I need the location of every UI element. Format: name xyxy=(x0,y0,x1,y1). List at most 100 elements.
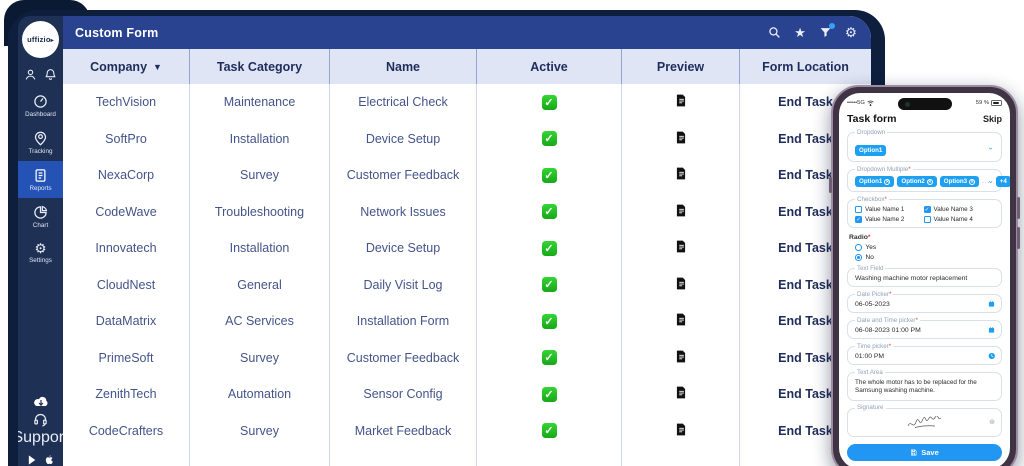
checkbox-icon[interactable] xyxy=(855,206,862,213)
bell-icon[interactable] xyxy=(44,68,57,81)
datetime-picker-field[interactable]: Date and Time picker* 06-08-2023 01:00 P… xyxy=(847,320,1002,339)
user-icon[interactable] xyxy=(24,68,37,81)
checkbox-icon[interactable] xyxy=(924,216,931,223)
remove-chip-icon[interactable]: ✕ xyxy=(927,179,933,185)
active-checkbox-icon[interactable]: ✓ xyxy=(542,168,557,183)
brand-logo[interactable]: uffizio▸ xyxy=(22,21,59,58)
column-header-name[interactable]: Name xyxy=(330,49,477,84)
column-header-task-category[interactable]: Task Category xyxy=(190,49,330,84)
radio-icon[interactable] xyxy=(855,254,862,261)
preview-document-icon[interactable] xyxy=(674,203,688,221)
sidebar-item-support[interactable]: Support xyxy=(18,412,69,447)
active-checkbox-icon[interactable]: ✓ xyxy=(542,277,557,292)
checkbox-option[interactable]: Value Name 1 xyxy=(855,206,922,213)
preview-document-icon[interactable] xyxy=(674,130,688,148)
column-header-preview[interactable]: Preview xyxy=(622,49,740,84)
sidebar-item-chart[interactable]: Chart xyxy=(18,198,63,235)
active-checkbox-icon[interactable]: ✓ xyxy=(542,241,557,256)
chevron-down-icon[interactable]: ⌄ xyxy=(987,176,994,185)
filter-icon[interactable] xyxy=(819,26,832,39)
preview-document-icon[interactable] xyxy=(674,93,688,111)
preview-document-icon[interactable] xyxy=(674,422,688,440)
cloud-download-icon[interactable] xyxy=(32,394,50,409)
save-button[interactable]: Save xyxy=(847,444,1002,461)
preview-document-icon[interactable] xyxy=(674,385,688,403)
text-field[interactable]: Text Field Washing machine motor replace… xyxy=(847,268,1002,287)
more-chips-badge[interactable]: +4 xyxy=(996,176,1010,187)
dropdown-field[interactable]: Dropdown Option1 ⌄ xyxy=(847,132,1002,162)
active-checkbox-icon[interactable]: ✓ xyxy=(542,314,557,329)
table-cell-task-category: Troubleshooting xyxy=(190,194,329,231)
gear-icon[interactable]: ⚙ xyxy=(845,26,857,39)
active-checkbox-icon[interactable]: ✓ xyxy=(542,204,557,219)
search-icon[interactable] xyxy=(768,26,781,39)
preview-document-icon[interactable] xyxy=(674,166,688,184)
selected-option-chip[interactable]: Option1 ✕ xyxy=(855,176,894,187)
active-checkbox-icon[interactable]: ✓ xyxy=(542,95,557,110)
clear-signature-icon[interactable]: ⊛ xyxy=(989,418,995,426)
apple-icon[interactable] xyxy=(44,454,55,466)
calendar-icon[interactable] xyxy=(988,326,995,333)
table-cell-preview xyxy=(622,157,739,194)
selected-option-chip[interactable]: Option2 ✕ xyxy=(897,176,936,187)
checkbox-icon[interactable]: ✓ xyxy=(924,206,931,213)
preview-document-icon[interactable] xyxy=(674,276,688,294)
sidebar-item-label: Chart xyxy=(33,222,48,229)
sidebar-nav: Dashboard Tracking Reports Chart xyxy=(18,87,63,270)
checkbox-option-label: Value Name 3 xyxy=(934,206,973,213)
table-cell-active: ✓ xyxy=(477,340,621,377)
phone-frame: •••••5G 59 % Task form Skip Dropdown Opt… xyxy=(831,85,1018,466)
checkbox-icon[interactable]: ✓ xyxy=(855,216,862,223)
table-cell-active: ✓ xyxy=(477,376,621,413)
table-cell-company: CloudNest xyxy=(63,267,189,304)
calendar-icon[interactable] xyxy=(988,300,995,307)
checkbox-option[interactable]: Value Name 4 xyxy=(924,216,991,223)
preview-document-icon[interactable] xyxy=(674,349,688,367)
sidebar-item-tracking[interactable]: Tracking xyxy=(18,124,63,161)
radio-option[interactable]: Yes xyxy=(855,244,1002,251)
time-picker-field[interactable]: Time picker* 01:00 PM xyxy=(847,346,1002,365)
skip-button[interactable]: Skip xyxy=(983,114,1002,124)
active-checkbox-icon[interactable]: ✓ xyxy=(542,350,557,365)
selected-option-chip[interactable]: Option3 ✕ xyxy=(940,176,979,187)
checkbox-option[interactable]: ✓Value Name 3 xyxy=(924,206,991,213)
signature-field[interactable]: Signature ⊛ xyxy=(847,408,1002,437)
column-header-active[interactable]: Active xyxy=(477,49,622,84)
table-cell-company: Innovatech xyxy=(63,230,189,267)
chevron-down-icon[interactable]: ⌄ xyxy=(987,143,994,152)
text-area-value[interactable]: The whole motor has to be replaced for t… xyxy=(855,379,994,396)
date-picker-field[interactable]: Date Picker* 06-05-2023 xyxy=(847,294,1002,313)
text-area-field[interactable]: Text Area The whole motor has to be repl… xyxy=(847,372,1002,401)
active-checkbox-icon[interactable]: ✓ xyxy=(542,423,557,438)
active-checkbox-icon[interactable]: ✓ xyxy=(542,131,557,146)
chevron-down-icon: ▼ xyxy=(153,62,162,72)
dropdown-multiple-field[interactable]: Dropdown Multiple* ⌄ Option1 ✕Option2 ✕O… xyxy=(847,169,1002,192)
sidebar-item-dashboard[interactable]: Dashboard xyxy=(18,87,63,124)
sidebar-item-reports[interactable]: Reports xyxy=(18,161,63,198)
time-picker-value[interactable]: 01:00 PM xyxy=(855,353,994,360)
column-header-form-location[interactable]: Form Location xyxy=(740,49,871,84)
text-field-value[interactable]: Washing machine motor replacement xyxy=(855,275,994,282)
google-play-icon[interactable] xyxy=(27,454,38,466)
date-picker-value[interactable]: 06-05-2023 xyxy=(855,301,994,308)
preview-document-icon[interactable] xyxy=(674,239,688,257)
filter-badge xyxy=(829,23,835,29)
preview-document-icon[interactable] xyxy=(674,312,688,330)
checkbox-option-label: Value Name 4 xyxy=(934,216,973,223)
checkbox-option[interactable]: ✓Value Name 2 xyxy=(855,216,922,223)
field-label: Date Picker* xyxy=(855,291,893,298)
datetime-picker-value[interactable]: 06-08-2023 01:00 PM xyxy=(855,327,994,334)
dropdown-selected-chip[interactable]: Option1 xyxy=(855,145,886,156)
radio-icon[interactable] xyxy=(855,244,862,251)
screenshot-stage: uffizio▸ Dashboard xyxy=(0,0,1024,466)
remove-chip-icon[interactable]: ✕ xyxy=(884,179,890,185)
radio-option[interactable]: No xyxy=(855,254,1002,261)
table-cell-name: Device Setup xyxy=(330,230,476,267)
remove-chip-icon[interactable]: ✕ xyxy=(969,179,975,185)
clock-icon[interactable] xyxy=(988,352,996,360)
radio-option-label: No xyxy=(866,254,874,261)
active-checkbox-icon[interactable]: ✓ xyxy=(542,387,557,402)
star-icon[interactable]: ★ xyxy=(794,26,806,39)
sidebar-item-settings[interactable]: ⚙ Settings xyxy=(18,235,63,270)
column-header-company[interactable]: Company▼ xyxy=(63,49,190,84)
